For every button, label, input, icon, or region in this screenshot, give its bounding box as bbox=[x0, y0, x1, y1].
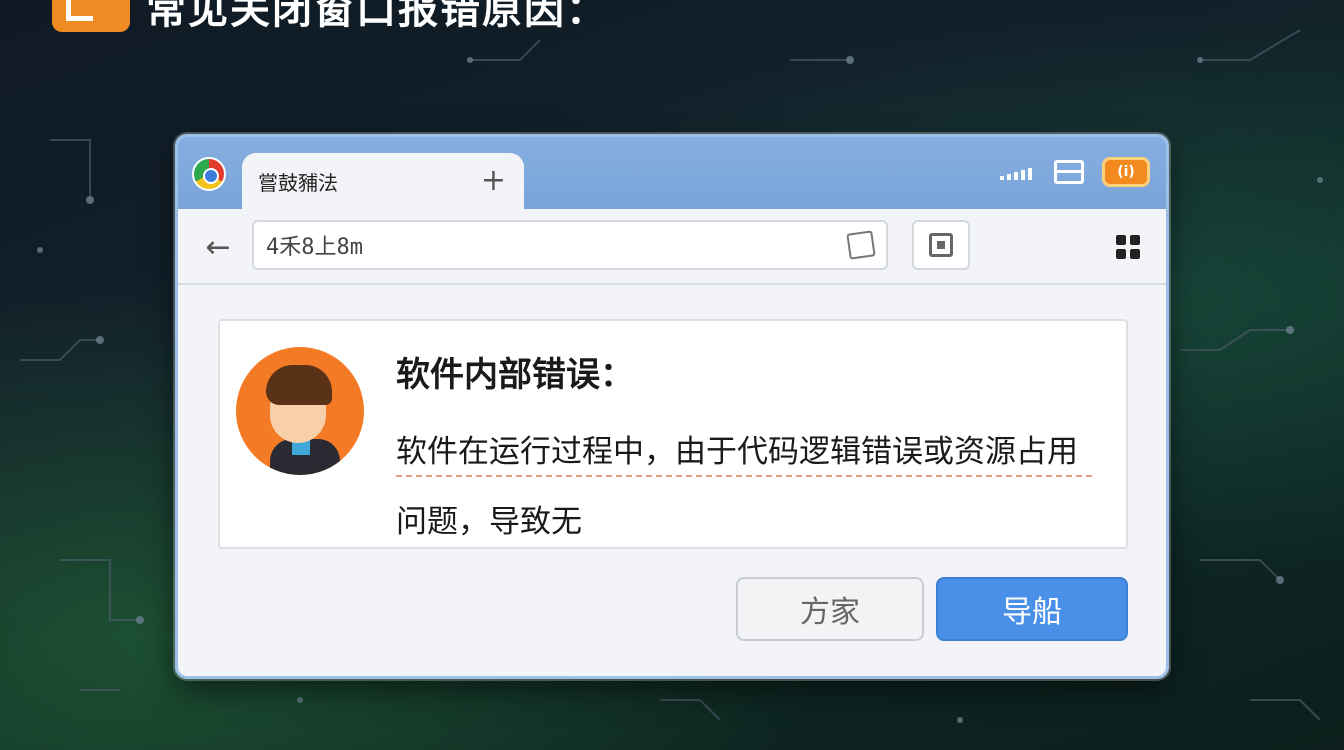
browser-toolbar: ← 4禾8上8m bbox=[178, 209, 1166, 285]
extension-icon bbox=[929, 233, 953, 257]
address-text: 4禾8上8m bbox=[266, 235, 363, 260]
new-tab-button[interactable]: + bbox=[481, 166, 506, 196]
ad-badge-icon[interactable]: (i) bbox=[1102, 157, 1150, 187]
browser-window: 嘗鼓豧法 + (i) ← 4禾8上8m 软件内部错误： 软件在运行过程中，由于代… bbox=[175, 134, 1169, 679]
address-bar[interactable]: 4禾8上8m bbox=[252, 220, 888, 270]
window-controls: (i) bbox=[1000, 157, 1150, 187]
title-bar: 嘗鼓豧法 + (i) bbox=[178, 137, 1166, 209]
error-card: 软件内部错误： 软件在运行过程中，由于代码逻辑错误或资源占用问题，导致无 bbox=[218, 319, 1128, 549]
chat-icon bbox=[52, 0, 130, 32]
browser-logo-icon[interactable] bbox=[192, 157, 226, 191]
tab-title: 嘗鼓豧法 bbox=[258, 170, 338, 195]
back-button[interactable]: ← bbox=[198, 227, 238, 267]
maximize-icon[interactable] bbox=[1054, 160, 1084, 184]
cancel-button[interactable]: 方家 bbox=[736, 577, 924, 641]
error-body: 软件在运行过程中，由于代码逻辑错误或资源占用问题，导致无 bbox=[396, 434, 1078, 540]
avatar bbox=[236, 347, 364, 475]
error-title: 软件内部错误： bbox=[396, 355, 634, 395]
menu-icon[interactable] bbox=[1116, 235, 1140, 259]
confirm-button[interactable]: 导船 bbox=[936, 577, 1128, 641]
page-heading: 常见关闭窗口报错原因： bbox=[52, 0, 608, 34]
extension-button[interactable] bbox=[912, 220, 970, 270]
bookmark-icon[interactable] bbox=[846, 230, 876, 260]
browser-tab[interactable]: 嘗鼓豧法 + bbox=[242, 153, 524, 209]
heading-text: 常见关闭窗口报错原因： bbox=[146, 0, 608, 33]
signal-icon bbox=[1000, 162, 1036, 182]
